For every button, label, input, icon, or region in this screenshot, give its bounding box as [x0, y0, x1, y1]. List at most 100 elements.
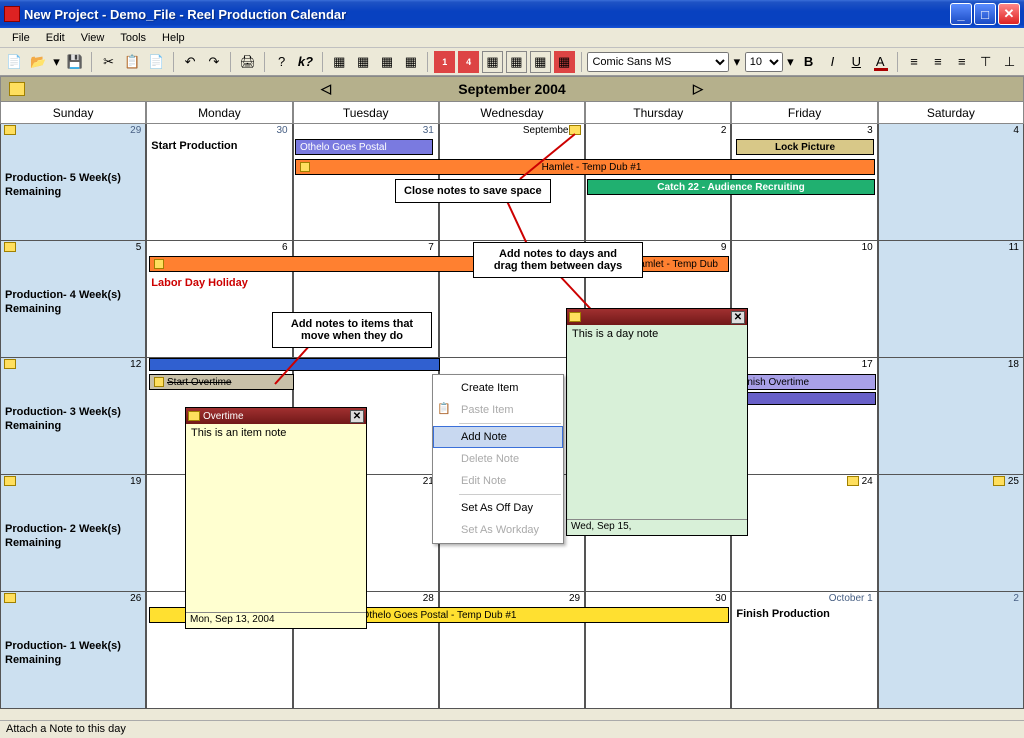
note-icon[interactable]	[569, 125, 581, 135]
copy-icon[interactable]: 📋	[122, 51, 143, 73]
note-icon[interactable]	[993, 476, 1005, 486]
new-icon[interactable]: 📄	[4, 51, 25, 73]
cell-day[interactable]: 30 Start Production	[146, 124, 292, 241]
cal2-icon[interactable]: ▦	[353, 51, 374, 73]
note-icon[interactable]	[154, 377, 164, 387]
note-icon[interactable]	[154, 259, 164, 269]
prev-month-button[interactable]: ◁	[321, 81, 331, 97]
close-icon[interactable]: ✕	[350, 410, 364, 423]
note-popup-item[interactable]: Overtime ✕ This is an item note Mon, Sep…	[185, 407, 367, 629]
note-header[interactable]: ✕	[567, 309, 747, 325]
month-note-icon[interactable]	[9, 82, 25, 96]
day-number: 29	[569, 593, 580, 604]
note-popup-day[interactable]: ✕ This is a day note Wed, Sep 15,	[566, 308, 748, 536]
month-label: September 2004	[458, 81, 565, 97]
day-headers: Sunday Monday Tuesday Wednesday Thursday…	[0, 102, 1024, 124]
note-icon[interactable]	[300, 162, 310, 172]
paste-icon[interactable]: 📄	[146, 51, 167, 73]
side-label: Production- 5 Week(s)Remaining	[5, 172, 121, 200]
view5-icon[interactable]: ▦	[482, 51, 503, 73]
note-icon[interactable]	[4, 593, 16, 603]
viewred-icon[interactable]: ▦	[554, 51, 575, 73]
align-left-icon[interactable]: ≡	[904, 51, 925, 73]
event-bar[interactable]: Othelo Goes Postal	[295, 139, 433, 155]
cal3-icon[interactable]: ▦	[377, 51, 398, 73]
event-bar[interactable]: Catch 22 - Audience Recruiting	[587, 179, 875, 195]
cell-day[interactable]: 18	[878, 358, 1024, 475]
note-header[interactable]: Overtime ✕	[186, 408, 366, 424]
ctx-add-note[interactable]: Add Note	[433, 426, 563, 448]
event-bar[interactable]: Finish Overtime	[734, 374, 876, 390]
ctx-create-item[interactable]: Create Item	[433, 377, 563, 399]
note-icon[interactable]	[847, 476, 859, 486]
size-select[interactable]: 10	[745, 52, 783, 72]
event-bar[interactable]: Start Overtime	[149, 374, 294, 390]
menu-help[interactable]: Help	[154, 30, 193, 46]
cell-day[interactable]: 2	[878, 592, 1024, 709]
size-dd-icon[interactable]: ▾	[786, 51, 796, 73]
cell-day[interactable]: 19 Production- 2 Week(s)Remaining	[0, 475, 146, 592]
cal1-icon[interactable]: ▦	[329, 51, 350, 73]
toolbar: 📄 📂 ▾ 💾 ✂ 📋 📄 ↶ ↷ 🖨 ? k? ▦ ▦ ▦ ▦ 1 4 ▦ ▦…	[0, 48, 1024, 76]
cal4-icon[interactable]: ▦	[400, 51, 421, 73]
font-select[interactable]: Comic Sans MS	[587, 52, 729, 72]
fontcolor-icon[interactable]: A	[870, 51, 891, 73]
status-bar: Attach a Note to this day	[0, 720, 1024, 738]
cell-day[interactable]: 10	[731, 241, 877, 358]
align-center-icon[interactable]: ≡	[927, 51, 948, 73]
cut-icon[interactable]: ✂	[98, 51, 119, 73]
close-button[interactable]: ✕	[998, 3, 1020, 25]
open-icon[interactable]: 📂	[28, 51, 49, 73]
view7-icon[interactable]: ▦	[530, 51, 551, 73]
dh-tue: Tuesday	[293, 102, 439, 124]
event-bar[interactable]: Hamlet - Temp Dub #1	[295, 159, 875, 175]
cell-day[interactable]: 25	[878, 475, 1024, 592]
menu-tools[interactable]: Tools	[112, 30, 154, 46]
whatsthis-icon[interactable]: k?	[295, 51, 316, 73]
cell-day[interactable]: 26 Production- 1 Week(s)Remaining	[0, 592, 146, 709]
redo-icon[interactable]: ↷	[204, 51, 225, 73]
help-icon[interactable]: ?	[271, 51, 292, 73]
maximize-button[interactable]: □	[974, 3, 996, 25]
note-footer: Wed, Sep 15,	[567, 519, 747, 535]
align-top-icon[interactable]: ⊤	[975, 51, 996, 73]
undo-icon[interactable]: ↶	[180, 51, 201, 73]
font-dd-icon[interactable]: ▾	[732, 51, 742, 73]
cell-day[interactable]: 11	[878, 241, 1024, 358]
cell-day[interactable]: October 1 Finish Production	[731, 592, 877, 709]
view4-icon[interactable]: 4	[458, 51, 479, 73]
cell-day[interactable]: 29 Production- 5 Week(s)Remaining	[0, 124, 146, 241]
dropdown-icon[interactable]: ▾	[52, 51, 62, 73]
menu-file[interactable]: File	[4, 30, 38, 46]
day-number: 2	[1013, 593, 1019, 604]
event-bar[interactable]: Lock Picture	[736, 139, 874, 155]
italic-icon[interactable]: I	[822, 51, 843, 73]
align-right-icon[interactable]: ≡	[951, 51, 972, 73]
align-bottom-icon[interactable]: ⊥	[999, 51, 1020, 73]
minimize-button[interactable]: _	[950, 3, 972, 25]
cell-day[interactable]: 12 Production- 3 Week(s)Remaining	[0, 358, 146, 475]
next-month-button[interactable]: ▷	[693, 81, 703, 97]
note-icon[interactable]	[4, 125, 16, 135]
print-icon[interactable]: 🖨	[237, 51, 258, 73]
day-number: 4	[1013, 125, 1019, 136]
menu-view[interactable]: View	[73, 30, 113, 46]
cell-day[interactable]: 24	[731, 475, 877, 592]
cell-day[interactable]: 4	[878, 124, 1024, 241]
close-icon[interactable]: ✕	[731, 311, 745, 324]
menu-edit[interactable]: Edit	[38, 30, 73, 46]
view1-icon[interactable]: 1	[434, 51, 455, 73]
note-body[interactable]: This is a day note	[567, 325, 747, 519]
note-icon[interactable]	[4, 359, 16, 369]
event-bar[interactable]	[734, 392, 876, 405]
ctx-set-off-day[interactable]: Set As Off Day	[433, 497, 563, 519]
view6-icon[interactable]: ▦	[506, 51, 527, 73]
note-body[interactable]: This is an item note	[186, 424, 366, 612]
note-icon[interactable]	[4, 242, 16, 252]
event-bar[interactable]	[149, 358, 440, 371]
cell-day[interactable]: 5 Production- 4 Week(s)Remaining	[0, 241, 146, 358]
note-icon[interactable]	[4, 476, 16, 486]
save-icon[interactable]: 💾	[64, 51, 85, 73]
bold-icon[interactable]: B	[798, 51, 819, 73]
underline-icon[interactable]: U	[846, 51, 867, 73]
